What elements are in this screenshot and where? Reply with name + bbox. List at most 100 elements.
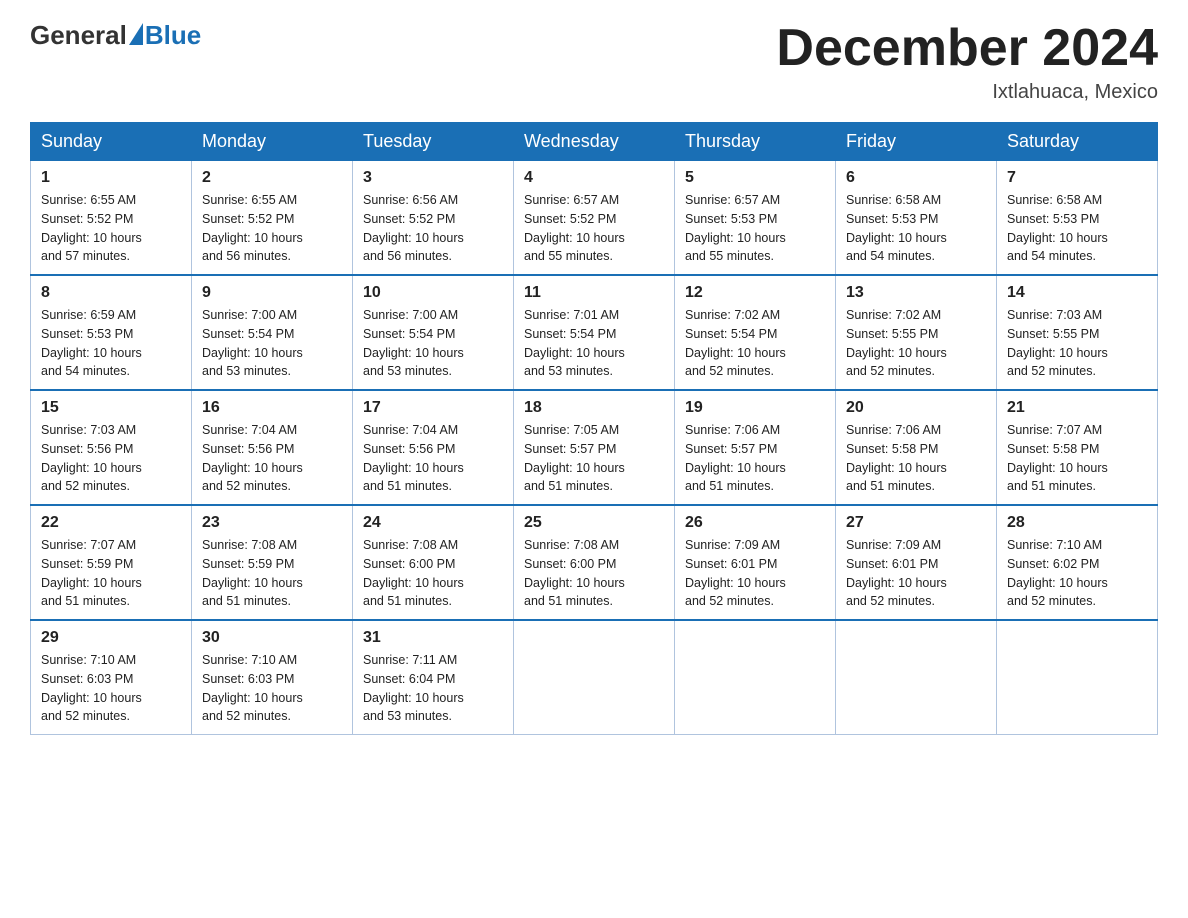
- day-info: Sunrise: 7:01 AMSunset: 5:54 PMDaylight:…: [524, 306, 664, 381]
- table-row: 9 Sunrise: 7:00 AMSunset: 5:54 PMDaylight…: [192, 275, 353, 390]
- day-info: Sunrise: 7:11 AMSunset: 6:04 PMDaylight:…: [363, 651, 503, 726]
- table-row: 23 Sunrise: 7:08 AMSunset: 5:59 PMDayligh…: [192, 505, 353, 620]
- day-number: 22: [41, 514, 181, 532]
- day-number: 24: [363, 514, 503, 532]
- day-number: 26: [685, 514, 825, 532]
- calendar-week-row: 15Sunrise: 7:03 AMSunset: 5:56 PMDayligh…: [31, 390, 1158, 505]
- table-row: 21 Sunrise: 7:07 AMSunset: 5:58 PMDayligh…: [997, 390, 1158, 505]
- day-number: 11: [524, 284, 664, 302]
- day-number: 4: [524, 169, 664, 187]
- table-row: [836, 620, 997, 735]
- day-info: Sunrise: 6:57 AMSunset: 5:53 PMDaylight:…: [685, 191, 825, 266]
- day-number: 8: [41, 284, 181, 302]
- table-row: [997, 620, 1158, 735]
- day-info: Sunrise: 7:08 AMSunset: 6:00 PMDaylight:…: [524, 536, 664, 611]
- calendar-week-row: 8 Sunrise: 6:59 AMSunset: 5:53 PMDaylight…: [31, 275, 1158, 390]
- col-friday: Friday: [836, 123, 997, 161]
- day-info: Sunrise: 7:03 AMSunset: 5:55 PMDaylight:…: [1007, 306, 1147, 381]
- day-number: 25: [524, 514, 664, 532]
- day-number: 12: [685, 284, 825, 302]
- table-row: 13Sunrise: 7:02 AMSunset: 5:55 PMDayligh…: [836, 275, 997, 390]
- day-number: 28: [1007, 514, 1147, 532]
- month-title: December 2024: [776, 20, 1158, 77]
- table-row: [514, 620, 675, 735]
- col-wednesday: Wednesday: [514, 123, 675, 161]
- table-row: 10 Sunrise: 7:00 AMSunset: 5:54 PMDayligh…: [353, 275, 514, 390]
- day-info: Sunrise: 7:02 AMSunset: 5:54 PMDaylight:…: [685, 306, 825, 381]
- day-info: Sunrise: 7:07 AMSunset: 5:59 PMDaylight:…: [41, 536, 181, 611]
- table-row: 22 Sunrise: 7:07 AMSunset: 5:59 PMDayligh…: [31, 505, 192, 620]
- table-row: 29 Sunrise: 7:10 AMSunset: 6:03 PMDayligh…: [31, 620, 192, 735]
- location: Ixtlahuaca, Mexico: [776, 81, 1158, 104]
- logo-general-text: General: [30, 20, 127, 51]
- day-number: 6: [846, 169, 986, 187]
- day-info: Sunrise: 7:05 AMSunset: 5:57 PMDaylight:…: [524, 421, 664, 496]
- table-row: 6 Sunrise: 6:58 AMSunset: 5:53 PMDaylight…: [836, 161, 997, 276]
- col-monday: Monday: [192, 123, 353, 161]
- logo-triangle-icon: [129, 23, 143, 45]
- day-info: Sunrise: 7:00 AMSunset: 5:54 PMDaylight:…: [202, 306, 342, 381]
- table-row: 19 Sunrise: 7:06 AMSunset: 5:57 PMDayligh…: [675, 390, 836, 505]
- logo-blue-text: Blue: [145, 20, 201, 51]
- day-info: Sunrise: 6:59 AMSunset: 5:53 PMDaylight:…: [41, 306, 181, 381]
- day-info: Sunrise: 7:07 AMSunset: 5:58 PMDaylight:…: [1007, 421, 1147, 496]
- day-info: Sunrise: 7:10 AMSunset: 6:02 PMDaylight:…: [1007, 536, 1147, 611]
- day-number: 27: [846, 514, 986, 532]
- day-info: Sunrise: 7:00 AMSunset: 5:54 PMDaylight:…: [363, 306, 503, 381]
- day-number: 16: [202, 399, 342, 417]
- table-row: 25 Sunrise: 7:08 AMSunset: 6:00 PMDayligh…: [514, 505, 675, 620]
- day-info: Sunrise: 6:56 AMSunset: 5:52 PMDaylight:…: [363, 191, 503, 266]
- day-number: 10: [363, 284, 503, 302]
- day-info: Sunrise: 7:10 AMSunset: 6:03 PMDaylight:…: [202, 651, 342, 726]
- day-info: Sunrise: 7:08 AMSunset: 6:00 PMDaylight:…: [363, 536, 503, 611]
- day-info: Sunrise: 7:09 AMSunset: 6:01 PMDaylight:…: [685, 536, 825, 611]
- calendar-week-row: 1 Sunrise: 6:55 AMSunset: 5:52 PMDaylight…: [31, 161, 1158, 276]
- day-info: Sunrise: 6:57 AMSunset: 5:52 PMDaylight:…: [524, 191, 664, 266]
- table-row: 4 Sunrise: 6:57 AMSunset: 5:52 PMDaylight…: [514, 161, 675, 276]
- day-info: Sunrise: 6:55 AMSunset: 5:52 PMDaylight:…: [202, 191, 342, 266]
- header-row: Sunday Monday Tuesday Wednesday Thursday…: [31, 123, 1158, 161]
- day-number: 9: [202, 284, 342, 302]
- day-info: Sunrise: 7:06 AMSunset: 5:57 PMDaylight:…: [685, 421, 825, 496]
- day-info: Sunrise: 7:09 AMSunset: 6:01 PMDaylight:…: [846, 536, 986, 611]
- table-row: 14Sunrise: 7:03 AMSunset: 5:55 PMDayligh…: [997, 275, 1158, 390]
- table-row: 8 Sunrise: 6:59 AMSunset: 5:53 PMDaylight…: [31, 275, 192, 390]
- table-row: 28 Sunrise: 7:10 AMSunset: 6:02 PMDayligh…: [997, 505, 1158, 620]
- day-number: 23: [202, 514, 342, 532]
- day-info: Sunrise: 7:02 AMSunset: 5:55 PMDaylight:…: [846, 306, 986, 381]
- day-number: 1: [41, 169, 181, 187]
- table-row: 24 Sunrise: 7:08 AMSunset: 6:00 PMDayligh…: [353, 505, 514, 620]
- table-row: 16 Sunrise: 7:04 AMSunset: 5:56 PMDayligh…: [192, 390, 353, 505]
- day-number: 3: [363, 169, 503, 187]
- calendar-week-row: 29 Sunrise: 7:10 AMSunset: 6:03 PMDayligh…: [31, 620, 1158, 735]
- day-number: 19: [685, 399, 825, 417]
- table-row: 20Sunrise: 7:06 AMSunset: 5:58 PMDayligh…: [836, 390, 997, 505]
- table-row: 30 Sunrise: 7:10 AMSunset: 6:03 PMDayligh…: [192, 620, 353, 735]
- day-number: 17: [363, 399, 503, 417]
- table-row: 26 Sunrise: 7:09 AMSunset: 6:01 PMDayligh…: [675, 505, 836, 620]
- day-info: Sunrise: 7:04 AMSunset: 5:56 PMDaylight:…: [202, 421, 342, 496]
- day-info: Sunrise: 7:08 AMSunset: 5:59 PMDaylight:…: [202, 536, 342, 611]
- day-number: 7: [1007, 169, 1147, 187]
- col-tuesday: Tuesday: [353, 123, 514, 161]
- logo[interactable]: General Blue: [30, 20, 201, 51]
- table-row: 31Sunrise: 7:11 AMSunset: 6:04 PMDayligh…: [353, 620, 514, 735]
- col-saturday: Saturday: [997, 123, 1158, 161]
- day-info: Sunrise: 7:10 AMSunset: 6:03 PMDaylight:…: [41, 651, 181, 726]
- day-number: 29: [41, 629, 181, 647]
- col-thursday: Thursday: [675, 123, 836, 161]
- day-number: 18: [524, 399, 664, 417]
- table-row: 15Sunrise: 7:03 AMSunset: 5:56 PMDayligh…: [31, 390, 192, 505]
- day-number: 30: [202, 629, 342, 647]
- table-row: 5Sunrise: 6:57 AMSunset: 5:53 PMDaylight…: [675, 161, 836, 276]
- day-info: Sunrise: 7:06 AMSunset: 5:58 PMDaylight:…: [846, 421, 986, 496]
- table-row: 7 Sunrise: 6:58 AMSunset: 5:53 PMDaylight…: [997, 161, 1158, 276]
- table-row: 3 Sunrise: 6:56 AMSunset: 5:52 PMDaylight…: [353, 161, 514, 276]
- table-row: 1Sunrise: 6:55 AMSunset: 5:52 PMDaylight…: [31, 161, 192, 276]
- title-section: December 2024 Ixtlahuaca, Mexico: [776, 20, 1158, 104]
- table-row: 18 Sunrise: 7:05 AMSunset: 5:57 PMDayligh…: [514, 390, 675, 505]
- day-number: 21: [1007, 399, 1147, 417]
- day-info: Sunrise: 6:58 AMSunset: 5:53 PMDaylight:…: [1007, 191, 1147, 266]
- calendar-week-row: 22 Sunrise: 7:07 AMSunset: 5:59 PMDayligh…: [31, 505, 1158, 620]
- day-info: Sunrise: 6:58 AMSunset: 5:53 PMDaylight:…: [846, 191, 986, 266]
